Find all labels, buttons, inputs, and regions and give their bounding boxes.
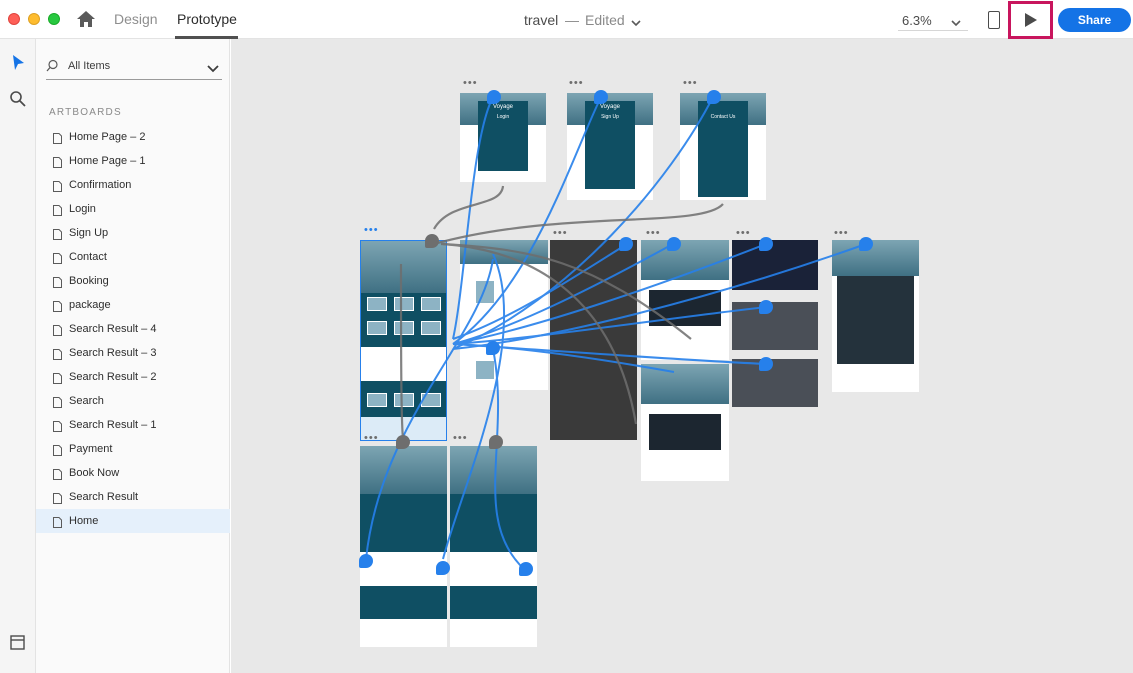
list-item[interactable]: Search Result – 2 (36, 365, 230, 389)
play-icon[interactable] (1015, 7, 1045, 33)
mobile-device-icon[interactable] (988, 11, 1000, 29)
search-icon (46, 59, 60, 73)
wire-handle[interactable] (487, 90, 501, 104)
artboard-label: Search Result – 3 (69, 347, 157, 359)
list-item[interactable]: Search (36, 389, 230, 413)
artboard-icon (53, 419, 62, 432)
artboard-label: Contact (69, 251, 107, 263)
wire-handle[interactable] (667, 237, 681, 251)
artboard-label: Booking (69, 275, 109, 287)
artboard-icon (53, 515, 62, 528)
chevron-down-icon[interactable] (950, 15, 962, 27)
zoom-search-icon[interactable] (8, 89, 28, 109)
wire-handle[interactable] (759, 237, 773, 251)
wire-handle[interactable] (594, 90, 608, 104)
chevron-down-icon[interactable] (206, 61, 220, 73)
wire-handle[interactable] (396, 435, 410, 449)
artboard-icon (53, 395, 62, 408)
prototype-wires (365, 96, 867, 570)
artboard-label: Search Result – 2 (69, 371, 157, 383)
zoom-underline (898, 30, 968, 31)
zoom-level[interactable]: 6.3% (902, 13, 932, 28)
list-item[interactable]: Payment (36, 437, 230, 461)
artboard-icon (53, 491, 62, 504)
wire-handle[interactable] (436, 561, 450, 575)
list-item[interactable]: Book Now (36, 461, 230, 485)
wire-handle[interactable] (759, 357, 773, 371)
layers-panel: All Items ARTBOARDS Home Page – 2 Home P… (36, 39, 230, 673)
title-bar: Design Prototype travel — Edited 6.3% Sh… (0, 0, 1133, 39)
document-name[interactable]: travel (524, 12, 558, 28)
artboard-icon (53, 347, 62, 360)
artboard-label: Payment (69, 443, 113, 455)
share-button[interactable]: Share (1058, 8, 1131, 32)
list-item[interactable]: Search Result (36, 485, 230, 509)
artboard-label: Search Result (69, 491, 139, 503)
artboard-label: Book Now (69, 467, 120, 479)
wire-handle[interactable] (707, 90, 721, 104)
close-window-button[interactable] (8, 13, 20, 25)
select-arrow-icon[interactable] (8, 53, 28, 73)
wire-handle[interactable] (489, 435, 503, 449)
artboard-canvas[interactable]: ••• Voyage Login ••• Voyage Sign Up ••• … (231, 39, 1133, 673)
artboard-label: package (69, 299, 111, 311)
list-item[interactable]: Confirmation (36, 173, 230, 197)
artboard-icon (53, 155, 62, 168)
artboard-label: Home (69, 515, 99, 527)
wire-handle[interactable] (425, 234, 439, 248)
minimize-window-button[interactable] (28, 13, 40, 25)
list-item[interactable]: Login (36, 197, 230, 221)
artboard-icon (53, 251, 62, 264)
artboard-icon (53, 371, 62, 384)
artboard-label: Sign Up (69, 227, 109, 239)
filter-label: All Items (68, 60, 111, 72)
wire-handle[interactable] (759, 300, 773, 314)
list-item[interactable]: Search Result – 1 (36, 413, 230, 437)
list-item[interactable]: Booking (36, 269, 230, 293)
list-item[interactable]: Sign Up (36, 221, 230, 245)
home-icon[interactable] (75, 9, 97, 29)
artboard-icon (53, 323, 62, 336)
artboard-icon (53, 299, 62, 312)
document-status[interactable]: Edited (585, 12, 625, 28)
tab-prototype[interactable]: Prototype (177, 11, 237, 27)
artboard-icon (53, 443, 62, 456)
list-item[interactable]: Search Result – 3 (36, 341, 230, 365)
artboard-label: Home Page – 1 (69, 155, 146, 167)
chevron-down-icon[interactable] (630, 15, 642, 27)
list-item[interactable]: Contact (36, 245, 230, 269)
layers-panel-icon[interactable] (8, 633, 28, 653)
list-item[interactable]: package (36, 293, 230, 317)
zoom-window-button[interactable] (48, 13, 60, 25)
artboard-label: Search (69, 395, 104, 407)
document-separator: — (565, 12, 579, 28)
wire-handle[interactable] (359, 554, 373, 568)
list-item[interactable]: Search Result – 4 (36, 317, 230, 341)
tab-design[interactable]: Design (114, 11, 158, 27)
list-item[interactable]: Home Page – 1 (36, 149, 230, 173)
filter-dropdown[interactable]: All Items (46, 56, 222, 80)
wire-handle[interactable] (519, 562, 533, 576)
list-item[interactable]: Home (36, 509, 230, 533)
artboard-icon (53, 275, 62, 288)
artboard-label: Home Page – 2 (69, 131, 146, 143)
list-item[interactable]: Home Page – 2 (36, 125, 230, 149)
wire-handle[interactable] (486, 341, 500, 355)
artboard-icon (53, 467, 62, 480)
artboard-label: Search Result – 1 (69, 419, 157, 431)
artboard-label: Confirmation (69, 179, 132, 191)
wire-handle[interactable] (619, 237, 633, 251)
wire-handle[interactable] (859, 237, 873, 251)
artboard-icon (53, 227, 62, 240)
artboard-icon (53, 131, 62, 144)
artboard-list: Home Page – 2 Home Page – 1 Confirmation… (36, 125, 230, 533)
artboard-label: Search Result – 4 (69, 323, 157, 335)
artboard-label: Login (69, 203, 96, 215)
artboard-icon (53, 179, 62, 192)
artboards-section-title: ARTBOARDS (49, 107, 122, 118)
artboard-icon (53, 203, 62, 216)
tool-rail (0, 39, 36, 673)
